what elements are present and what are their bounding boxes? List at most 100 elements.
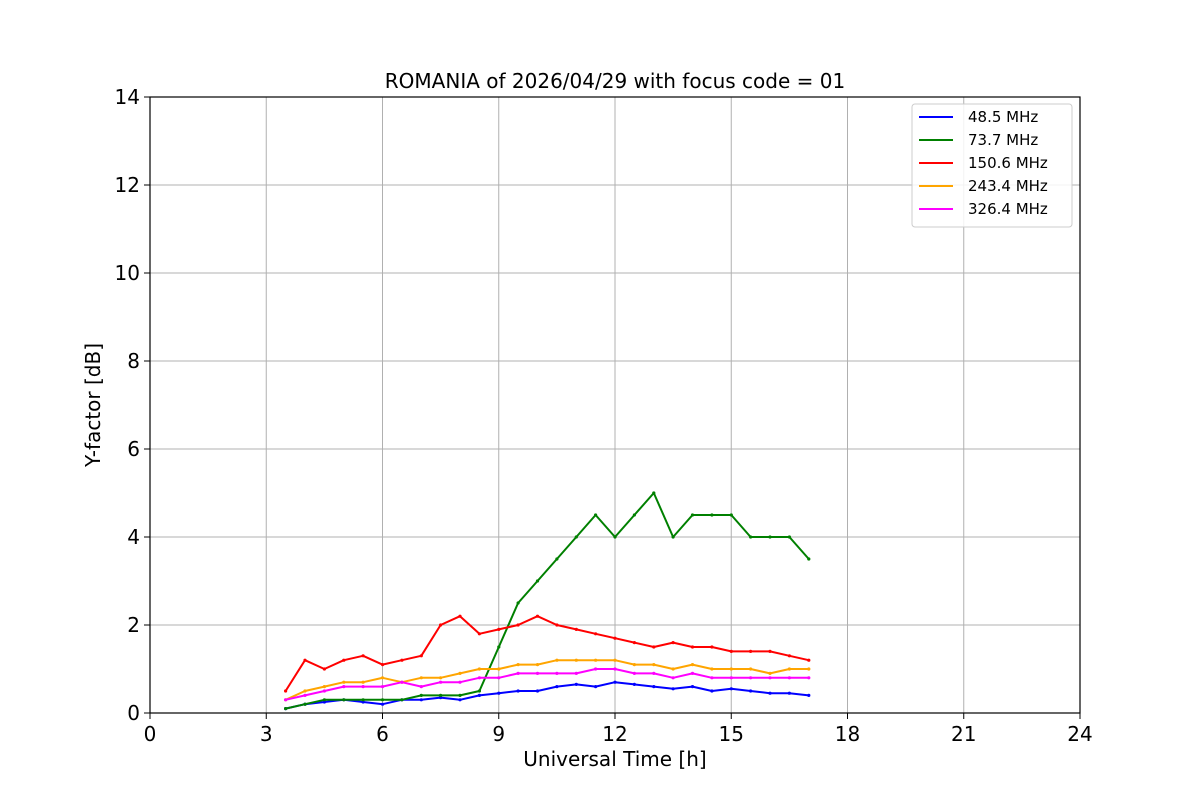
series-0-point: [594, 685, 598, 689]
series-4-point: [322, 689, 326, 693]
x-tick-label: 21: [951, 722, 976, 746]
series-2-point: [613, 636, 617, 640]
x-tick-label: 24: [1067, 722, 1092, 746]
series-1-point: [439, 693, 443, 698]
series-2-point: [516, 623, 520, 627]
series-1-point: [690, 513, 695, 517]
series-1-point: [768, 535, 772, 539]
series-4-point: [594, 667, 598, 671]
series-4-point: [574, 671, 578, 676]
series-3-point: [749, 667, 753, 671]
y-tick-label: 12: [115, 173, 140, 197]
series-3-point: [477, 667, 481, 671]
series-0-point: [516, 689, 520, 693]
series-3-point: [729, 667, 733, 671]
series-2-point: [729, 649, 733, 654]
series-2-point: [671, 641, 675, 645]
series-0-point: [458, 698, 462, 702]
x-tick-label: 0: [144, 722, 157, 746]
series-0-point: [749, 689, 753, 693]
series-2-point: [400, 658, 404, 662]
x-tick-label: 3: [260, 722, 273, 746]
x-axis-label: Universal Time [h]: [523, 747, 706, 771]
series-3-point: [652, 663, 656, 667]
series-4-point: [477, 676, 481, 680]
series-2-point: [632, 641, 637, 645]
series-2-point: [342, 658, 346, 662]
series-4-point: [400, 680, 404, 684]
x-tick-label: 15: [719, 722, 744, 746]
series-3-point: [535, 663, 540, 667]
series-0-point: [419, 698, 423, 702]
series-3-point: [342, 680, 346, 684]
series-2-point: [787, 654, 792, 658]
series-4-point: [535, 671, 540, 676]
series-1-point: [284, 707, 288, 711]
series-1-point: [787, 535, 792, 539]
series-1-point: [613, 535, 617, 539]
series-1-point: [535, 579, 540, 583]
series-3-point: [574, 658, 578, 662]
series-2-point: [303, 658, 307, 662]
series-2-point: [574, 627, 578, 632]
series-1-point: [303, 702, 307, 706]
series-1-point: [361, 698, 365, 702]
series-1-point: [322, 698, 326, 702]
series-3-point: [419, 676, 423, 680]
series-3-point: [594, 658, 598, 662]
series-2-point: [594, 632, 598, 636]
series-0-point: [613, 680, 617, 684]
series-2-point: [768, 649, 772, 654]
series-3-point: [613, 658, 617, 662]
series-3-point: [303, 689, 307, 693]
y-tick-label: 10: [115, 261, 140, 285]
series-2-point: [380, 663, 385, 667]
y-tick-label: 8: [127, 349, 140, 373]
series-4-point: [729, 676, 733, 680]
series-1-point: [574, 535, 578, 539]
series-4-point: [342, 685, 346, 689]
series-4-point: [652, 671, 656, 676]
series-2-point: [710, 645, 714, 649]
x-tick-label: 9: [492, 722, 505, 746]
series-4-point: [419, 685, 423, 689]
series-1-point: [380, 698, 385, 702]
series-4-point: [807, 676, 811, 680]
chart-title: ROMANIA of 2026/04/29 with focus code = …: [385, 69, 845, 93]
series-1-point: [807, 557, 811, 561]
series-0-point: [497, 691, 501, 695]
series-2-point: [419, 654, 423, 658]
legend: 48.5 MHz 73.7 MHz 150.6 MHz 243.4 MHz 32…: [911, 103, 1073, 228]
series-1-point: [632, 513, 637, 517]
series-1-point: [497, 645, 501, 649]
series-4-point: [284, 698, 288, 702]
y-tick-label: 0: [127, 701, 140, 725]
series-0-point: [652, 685, 656, 689]
series-3-point: [497, 667, 501, 671]
series-4-point: [690, 671, 695, 676]
x-tick-label: 18: [835, 722, 860, 746]
series-0-point: [555, 685, 559, 689]
legend-label: 326.4 MHz: [968, 200, 1048, 218]
series-3-point: [787, 667, 792, 671]
series-2-point: [284, 689, 288, 693]
series-3-point: [768, 671, 772, 676]
series-4-point: [361, 685, 365, 689]
series-4-point: [613, 667, 617, 671]
y-tick-label: 6: [127, 437, 140, 461]
series-3-point: [807, 667, 811, 671]
series-4-point: [632, 671, 637, 676]
series-3-point: [632, 663, 637, 667]
series-3-point: [361, 680, 365, 684]
series-4-point: [671, 676, 675, 680]
series-4-point: [380, 685, 385, 689]
series-3-point: [458, 671, 462, 676]
legend-label: 150.6 MHz: [968, 154, 1048, 172]
series-0-point: [535, 689, 540, 693]
series-4-point: [710, 676, 714, 680]
series-2-point: [322, 667, 326, 671]
chart: ROMANIA of 2026/04/29 with focus code = …: [0, 0, 1200, 800]
x-tick-label: 12: [602, 722, 627, 746]
series-2-point: [690, 645, 695, 649]
series-2-point: [458, 614, 462, 618]
